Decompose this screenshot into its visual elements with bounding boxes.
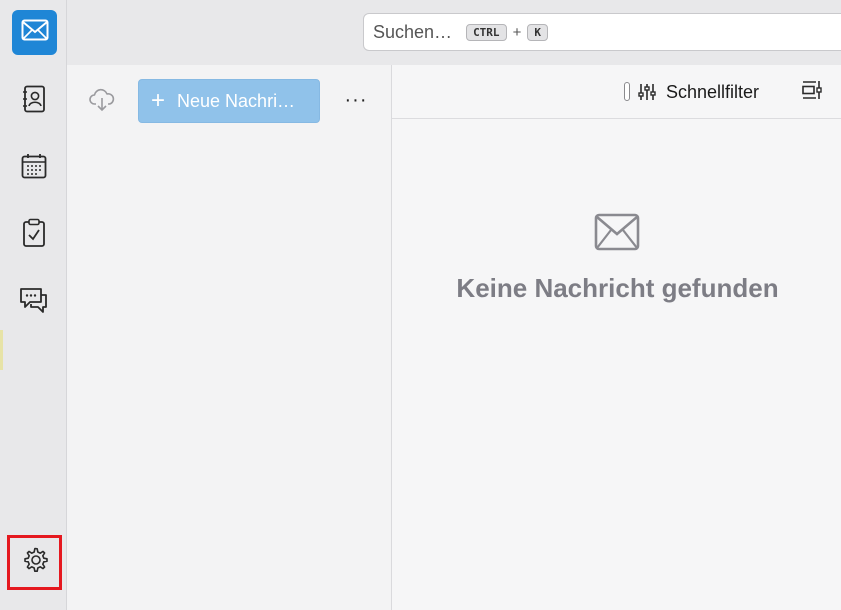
quickfilter-button[interactable]: Schnellfilter xyxy=(638,79,759,105)
sliders-icon xyxy=(638,83,656,101)
sidebar-item-mail[interactable] xyxy=(12,10,57,55)
calendar-icon xyxy=(21,153,47,184)
new-message-label: Neue Nachri… xyxy=(177,90,296,111)
gear-icon xyxy=(21,546,49,579)
chat-icon xyxy=(19,285,49,320)
filter-toggle[interactable] xyxy=(624,82,630,101)
layout-icon xyxy=(801,79,823,106)
shortcut-plus: + xyxy=(512,23,522,41)
cloud-download-icon xyxy=(89,88,115,117)
shortcut-key-ctrl: CTRL xyxy=(466,23,507,41)
tasks-icon xyxy=(22,218,46,253)
empty-state: Keine Nachricht gefunden xyxy=(392,213,841,304)
app-sidebar xyxy=(0,0,67,610)
message-list-pane: Schnellfilter Keine Nachricht gefunden xyxy=(392,65,841,610)
message-list-toolbar: Schnellfilter xyxy=(392,65,841,119)
ellipsis-icon: ··· xyxy=(344,88,368,111)
envelope-icon xyxy=(392,213,841,251)
sidebar-edge-accent xyxy=(0,330,3,370)
search-input[interactable]: Suchen… CTRL + K xyxy=(363,13,841,51)
sidebar-item-chat[interactable] xyxy=(12,280,56,324)
sidebar-item-tasks[interactable] xyxy=(12,213,56,257)
sidebar-item-address-book[interactable] xyxy=(12,79,56,123)
new-message-button[interactable]: + Neue Nachri… xyxy=(138,79,320,123)
address-book-icon xyxy=(21,85,47,118)
settings-button[interactable] xyxy=(7,535,62,590)
sidebar-item-calendar[interactable] xyxy=(12,146,56,190)
more-options-button[interactable]: ··· xyxy=(343,87,369,113)
top-toolbar: Suchen… CTRL + K xyxy=(67,0,841,65)
layout-options-button[interactable] xyxy=(800,80,824,104)
empty-state-message: Keine Nachricht gefunden xyxy=(456,273,779,303)
get-messages-button[interactable] xyxy=(87,87,117,117)
shortcut-key-k: K xyxy=(527,23,548,41)
mail-icon xyxy=(21,19,49,46)
folder-pane: + Neue Nachri… ··· xyxy=(67,65,392,610)
plus-icon: + xyxy=(151,87,166,114)
quickfilter-label: Schnellfilter xyxy=(666,81,760,102)
search-placeholder: Suchen… xyxy=(373,21,453,42)
